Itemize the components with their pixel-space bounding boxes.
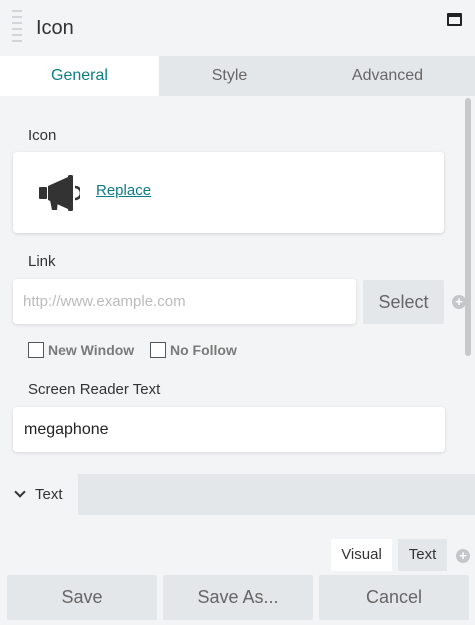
editor-tab-visual[interactable]: Visual	[331, 539, 392, 571]
text-section-label: Text	[35, 486, 63, 503]
minimize-icon[interactable]	[447, 13, 462, 26]
link-field-label: Link	[28, 253, 56, 270]
screen-reader-field-label: Screen Reader Text	[28, 381, 161, 398]
new-window-option[interactable]: New Window	[28, 341, 134, 359]
replace-link[interactable]: Replace	[96, 182, 151, 199]
select-link-button[interactable]: Select	[363, 280, 444, 324]
tab-style[interactable]: Style	[159, 56, 300, 96]
text-section-header[interactable]: Text	[0, 474, 475, 515]
add-field-connection-icon[interactable]: +	[456, 549, 470, 563]
megaphone-icon	[39, 175, 80, 211]
editor-tab-text[interactable]: Text	[398, 539, 447, 571]
panel-header: Icon	[0, 0, 475, 56]
save-button[interactable]: Save	[7, 575, 157, 620]
drag-handle[interactable]	[12, 10, 22, 46]
new-window-label: New Window	[48, 342, 135, 358]
no-follow-checkbox[interactable]	[150, 342, 166, 358]
icon-field-label: Icon	[28, 127, 57, 144]
settings-content: Icon Replace Link http://www.example.com…	[0, 96, 475, 474]
cancel-button[interactable]: Cancel	[319, 575, 469, 620]
settings-tabs: General Style Advanced	[0, 56, 475, 96]
new-window-checkbox[interactable]	[28, 342, 44, 358]
no-follow-option[interactable]: No Follow	[150, 341, 237, 359]
link-input[interactable]: http://www.example.com	[13, 279, 356, 324]
icon-preview-box: Replace	[13, 152, 444, 233]
panel-title: Icon	[36, 17, 74, 39]
no-follow-label: No Follow	[170, 342, 237, 358]
chevron-down-icon	[14, 486, 26, 498]
screen-reader-input[interactable]: megaphone	[13, 407, 445, 452]
tab-advanced[interactable]: Advanced	[300, 56, 475, 96]
save-as-button[interactable]: Save As...	[163, 575, 313, 620]
add-field-connection-icon[interactable]: +	[452, 295, 466, 309]
text-section-tab[interactable]: Text	[0, 474, 78, 515]
tab-general[interactable]: General	[0, 56, 159, 96]
scrollbar[interactable]	[465, 98, 471, 356]
